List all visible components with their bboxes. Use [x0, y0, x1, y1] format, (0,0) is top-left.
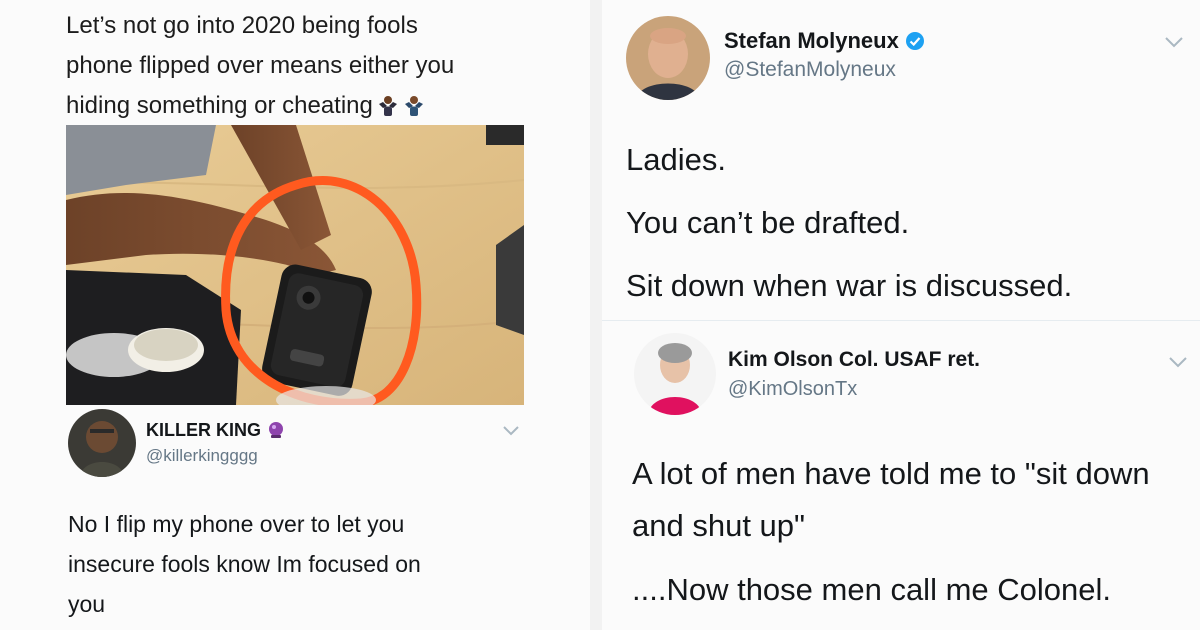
person-shrugging-emoji [403, 89, 425, 116]
top-tweet-line-3: hiding something or cheating [66, 86, 536, 126]
panel-divider [590, 0, 602, 630]
kim-tweet-line-3: ....Now those men call me Colonel. [632, 572, 1111, 607]
top-tweet-line-2: phone flipped over means either you [66, 52, 455, 79]
stefan-tweet-line-2: You can’t be drafted. [626, 205, 910, 240]
person-shrugging-emoji [377, 89, 399, 116]
phone-on-table-photo [66, 125, 524, 405]
kim-tweet-line-1: A lot of men have told me to "sit down [632, 456, 1150, 491]
kim-tweet-line-2: and shut up" [632, 508, 806, 543]
chevron-down-icon[interactable] [1168, 356, 1188, 374]
stefan-tweet-line-1: Ladies. [626, 142, 726, 177]
crystal-ball-emoji [267, 421, 285, 439]
chevron-down-icon[interactable] [1164, 36, 1184, 54]
top-tweet-line-1: Let’s not go into 2020 being fools [66, 12, 418, 39]
stefan-tweet-line-3: Sit down when war is discussed. [626, 268, 1073, 303]
right-tweet-panel: Stefan Molyneux @StefanMolyneux Ladies. … [602, 0, 1200, 630]
killer-king-handle[interactable]: @killerkingggg [146, 446, 258, 466]
stefan-molyneux-handle[interactable]: @StefanMolyneux [724, 58, 896, 82]
kim-olson-handle[interactable]: @KimOlsonTx [728, 378, 857, 401]
reply-tweet-line-3: you [68, 591, 106, 617]
reply-tweet-line-2: insecure fools know Im focused on [68, 551, 421, 577]
chevron-down-icon[interactable] [502, 424, 520, 442]
reply-tweet-line-1: No I flip my phone over to let you [68, 511, 405, 537]
kim-olson-avatar[interactable] [634, 333, 716, 415]
top-tweet-text: Let’s not go into 2020 being fools phone… [66, 6, 536, 126]
tweet-separator [602, 320, 1200, 321]
stefan-molyneux-name[interactable]: Stefan Molyneux [724, 28, 925, 54]
stefan-molyneux-name-text[interactable]: Stefan Molyneux [724, 28, 899, 53]
verified-badge-icon [905, 31, 925, 51]
stefan-molyneux-avatar[interactable] [626, 16, 710, 100]
top-tweet-line-3-text: hiding something or cheating [66, 92, 373, 119]
left-tweet-panel: Let’s not go into 2020 being fools phone… [0, 0, 590, 630]
killer-king-name-text[interactable]: KILLER KING [146, 420, 261, 440]
killer-king-avatar[interactable] [68, 409, 136, 477]
kim-olson-name[interactable]: Kim Olson Col. USAF ret. [728, 348, 980, 372]
killer-king-name[interactable]: KILLER KING [146, 420, 285, 441]
